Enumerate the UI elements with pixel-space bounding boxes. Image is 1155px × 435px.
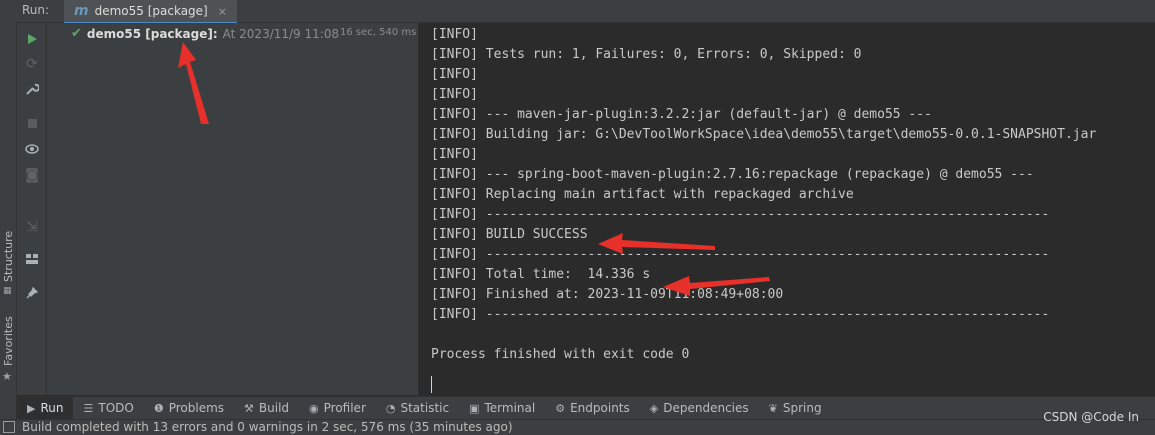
terminal-icon: ▣ [469, 401, 480, 415]
console-output[interactable]: [INFO] Results:[INFO][INFO] Tests run: 1… [419, 23, 1155, 395]
structure-icon: ▦ [3, 286, 12, 296]
profiler-icon: ◉ [309, 401, 319, 415]
text-caret [431, 376, 432, 393]
tab-label: Statistic [400, 401, 450, 415]
hammer-icon: ⚒ [244, 401, 254, 415]
statistic-icon: ◔ [385, 401, 396, 415]
status-message: Build completed with 13 errors and 0 war… [22, 420, 513, 434]
run-toolbar: ⟳ ◙ ⇲ [17, 23, 47, 395]
left-tool-strip: Structure ▦ Favorites ★ [0, 0, 17, 434]
tab-label: Run [40, 401, 64, 415]
tab-label: Dependencies [663, 401, 749, 415]
run-label: Run: [22, 3, 50, 17]
console-line: [INFO] Building jar: G:\DevToolWorkSpace… [431, 127, 1097, 142]
maven-m-icon: m [74, 3, 89, 19]
tab-label: Endpoints [570, 401, 630, 415]
watermark: CSDN @Code In [1043, 410, 1139, 424]
console-line: Process finished with exit code 0 [431, 347, 690, 362]
favorites-side-tab-label: Favorites [2, 316, 15, 366]
console-line: [INFO] ---------------------------------… [431, 307, 1050, 322]
tab-label: TODO [98, 401, 134, 415]
tab-demo55-package[interactable]: m demo55 [package] × [64, 0, 237, 24]
console-line: [INFO] Total time: 14.336 s [431, 267, 651, 282]
console-line: [INFO] ---------------------------------… [431, 207, 1050, 222]
build-item-duration: 16 sec, 540 ms [340, 27, 417, 38]
bottom-tool-tabs: ▶ Run ☰ TODO ❶ Problems ⚒ Build ◉ Profiler ◔ Statis… [17, 396, 1155, 419]
console-line: [INFO] Finished at: 2023-11-09T11:08:49+… [431, 287, 784, 302]
build-tree-panel: ✔ demo55 [package]: At 2023/11/9 11:08 1… [47, 23, 419, 395]
tab-label: Profiler [323, 401, 366, 415]
import-icon[interactable]: ⇲ [24, 219, 40, 235]
tab-label: Terminal [484, 401, 536, 415]
structure-side-tab-label: Structure [2, 230, 15, 282]
run-tab-label: demo55 [package] [94, 4, 208, 18]
console-line: [INFO] [431, 87, 478, 102]
tab-statistic[interactable]: ◔ Statistic [376, 397, 459, 419]
console-line: [INFO] Replacing main artifact with repa… [431, 187, 854, 202]
tab-label: Build [258, 401, 290, 415]
layout-icon[interactable] [24, 251, 40, 267]
console-line: [INFO] [431, 67, 478, 82]
tab-terminal[interactable]: ▣ Terminal [459, 397, 545, 419]
build-tree-item[interactable]: ✔ demo55 [package]: At 2023/11/9 11:08 [71, 26, 339, 41]
wrench-icon[interactable] [24, 81, 40, 97]
tab-problems[interactable]: ❶ Problems [144, 397, 234, 419]
camera-icon[interactable]: ◙ [24, 167, 40, 183]
console-line: [INFO] --- spring-boot-maven-plugin:2.7.… [431, 167, 1034, 182]
tab-spring[interactable]: ❦ Spring [759, 397, 832, 419]
console-line: [INFO] [431, 147, 478, 162]
stop-icon[interactable] [24, 115, 40, 131]
build-item-time: At 2023/11/9 11:08 [222, 26, 340, 41]
star-icon: ★ [2, 370, 12, 383]
console-lines: [INFO] Results:[INFO][INFO] Tests run: 1… [431, 23, 1096, 365]
run-tool-header: Run: m demo55 [package] × [16, 0, 1155, 24]
rerun-icon[interactable] [24, 31, 40, 47]
tab-label: Problems [168, 401, 225, 415]
toggle-tree-icon[interactable]: ⟳ [24, 56, 40, 72]
problems-icon: ❶ [153, 401, 164, 415]
tab-todo[interactable]: ☰ TODO [73, 397, 143, 419]
check-icon: ✔ [71, 26, 82, 41]
console-line: [INFO] Tests run: 1, Failures: 0, Errors… [431, 47, 862, 62]
pin-icon[interactable] [24, 285, 40, 301]
eye-icon[interactable] [24, 141, 40, 157]
console-line: [INFO] [431, 27, 478, 42]
tab-profiler[interactable]: ◉ Profiler [299, 397, 376, 419]
console-line: [INFO] --- maven-jar-plugin:3.2.2:jar (d… [431, 107, 932, 122]
console-line: [INFO] ---------------------------------… [431, 247, 1050, 262]
tab-dependencies[interactable]: ◈ Dependencies [640, 397, 759, 419]
tab-build[interactable]: ⚒ Build [234, 397, 299, 419]
dependencies-icon: ◈ [649, 401, 659, 415]
endpoints-icon: ⚙ [555, 401, 566, 415]
build-item-name: demo55 [package]: [86, 26, 218, 41]
tab-endpoints[interactable]: ⚙ Endpoints [545, 397, 640, 419]
status-bar: Build completed with 13 errors and 0 war… [0, 419, 1155, 435]
tab-label: Spring [782, 401, 822, 415]
tab-run[interactable]: ▶ Run [17, 397, 74, 419]
close-icon[interactable]: × [218, 5, 227, 18]
todo-icon: ☰ [83, 401, 94, 415]
spring-icon: ❦ [768, 401, 778, 415]
console-line: [INFO] BUILD SUCCESS [431, 227, 588, 242]
play-icon: ▶ [27, 401, 36, 415]
status-square-icon[interactable] [3, 421, 15, 433]
